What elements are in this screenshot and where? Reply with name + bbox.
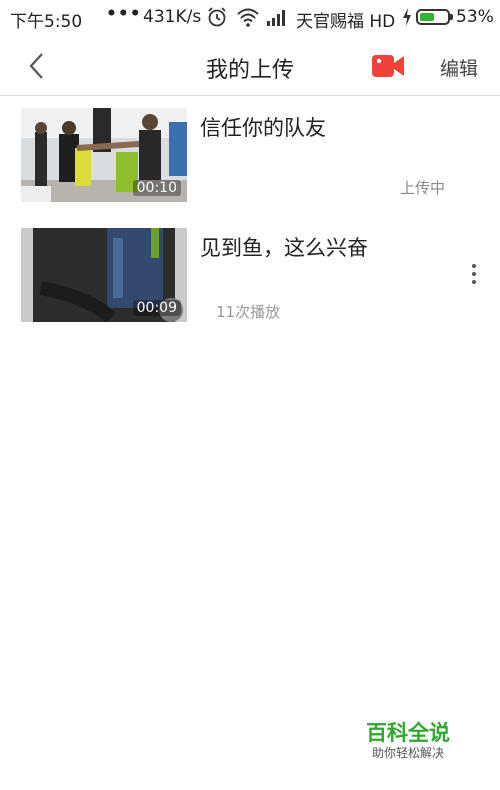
more-vertical-icon[interactable] xyxy=(466,262,482,288)
video-title[interactable]: 信任你的队友 xyxy=(200,112,326,142)
edit-button[interactable]: 编辑 xyxy=(440,54,478,81)
status-net-speed: 431K/s xyxy=(143,7,202,27)
page-title: 我的上传 xyxy=(205,58,294,83)
watermark-subtitle: 助你轻松解决 xyxy=(372,746,445,760)
video-camera-icon[interactable] xyxy=(371,53,405,79)
battery-fill xyxy=(420,13,434,21)
status-bar: 下午5:50 ••• 431K/s 天官赐福 HD 53% xyxy=(0,0,500,36)
signal-icon xyxy=(267,10,285,26)
charging-bolt-icon xyxy=(403,8,411,26)
status-more-dots: ••• xyxy=(106,4,142,24)
status-carrier: 天官赐福 HD xyxy=(296,12,396,32)
video-thumbnail[interactable]: 00:10 xyxy=(21,108,187,202)
video-duration: 00:09 xyxy=(132,300,181,316)
video-duration: 00:10 xyxy=(132,180,181,196)
alarm-icon xyxy=(208,7,226,27)
upload-status: 上传中 xyxy=(400,179,446,197)
video-thumbnail[interactable]: 00:09 xyxy=(21,228,187,322)
play-count: 11次播放 xyxy=(216,303,281,321)
watermark-logo: 百科全说 xyxy=(366,721,450,745)
status-time: 下午5:50 xyxy=(10,12,83,32)
status-battery-percent: 53% xyxy=(456,7,494,27)
video-title[interactable]: 见到鱼，这么兴奋 xyxy=(200,232,368,262)
list-item[interactable]: 00:10 信任你的队友 上传中 xyxy=(0,106,500,206)
list-item[interactable]: 00:09 见到鱼，这么兴奋 11次播放 xyxy=(0,226,500,326)
battery-icon xyxy=(416,9,453,25)
wifi-icon xyxy=(237,8,259,27)
app-header: 我的上传 编辑 xyxy=(0,36,500,96)
